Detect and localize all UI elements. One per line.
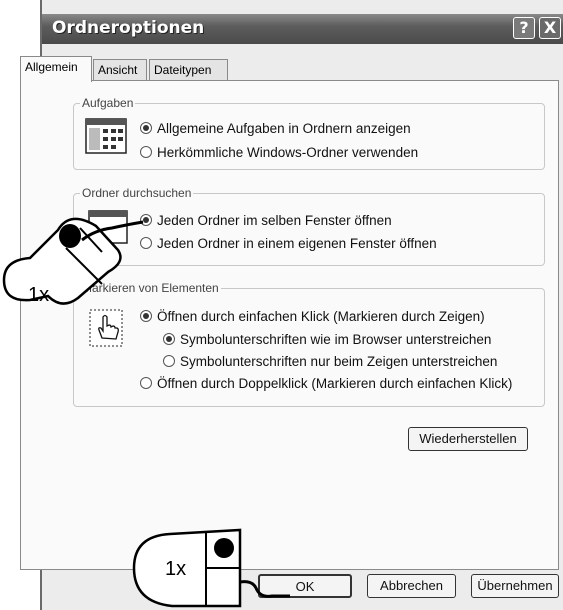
option-label: Symbolunterschriften nur beim Zeigen unt…	[180, 354, 498, 369]
tab-ansicht[interactable]: Ansicht	[93, 59, 147, 81]
close-button[interactable]: X	[539, 17, 561, 39]
option-label: Allgemeine Aufgaben in Ordnern anzeigen	[157, 121, 411, 136]
mouse-click-callout-top	[2, 217, 144, 305]
radio-same-window[interactable]: Jeden Ordner im selben Fenster öffnen	[140, 213, 392, 229]
click-count-label: 1x	[28, 284, 50, 306]
tab-allgemein[interactable]: Allgemein	[20, 56, 92, 82]
radio-indicator[interactable]	[140, 310, 152, 322]
radio-indicator[interactable]	[163, 355, 175, 367]
option-label: Symbolunterschriften wie im Browser unte…	[180, 332, 492, 347]
option-label: Öffnen durch Doppelklick (Markieren durc…	[157, 376, 513, 391]
help-button[interactable]: ?	[513, 17, 535, 39]
hand-pointer-icon	[89, 309, 123, 347]
radio-single-click[interactable]: Öffnen durch einfachen Klick (Markieren …	[140, 309, 485, 325]
tasks-window-icon	[85, 118, 127, 154]
radio-show-common-tasks[interactable]: Allgemeine Aufgaben in Ordnern anzeigen	[140, 121, 411, 137]
title-bar[interactable]: Ordneroptionen ? X	[42, 14, 563, 44]
radio-double-click[interactable]: Öffnen durch Doppelklick (Markieren durc…	[140, 376, 512, 392]
radio-underline-browser[interactable]: Symbolunterschriften wie im Browser unte…	[163, 332, 491, 348]
tab-dateitypen[interactable]: Dateitypen	[149, 59, 228, 81]
mouse-cable	[239, 580, 290, 598]
mouse-click-callout-bottom	[132, 528, 290, 608]
restore-defaults-button[interactable]: Wiederherstellen	[408, 427, 528, 451]
option-label: Jeden Ordner in einem eigenen Fenster öf…	[157, 236, 437, 251]
radio-indicator[interactable]	[140, 146, 152, 158]
click-count-label: 1x	[165, 558, 187, 580]
radio-own-window[interactable]: Jeden Ordner in einem eigenen Fenster öf…	[140, 236, 437, 252]
cancel-button[interactable]: Abbrechen	[367, 574, 456, 598]
option-label: Herkömmliche Windows-Ordner verwenden	[157, 145, 419, 160]
option-label: Jeden Ordner im selben Fenster öffnen	[157, 213, 392, 228]
left-button-pressed	[59, 224, 81, 248]
radio-underline-hover[interactable]: Symbolunterschriften nur beim Zeigen unt…	[163, 354, 497, 370]
left-button-pressed	[214, 538, 234, 558]
radio-indicator[interactable]	[140, 377, 152, 389]
apply-button[interactable]: Übernehmen	[471, 574, 559, 598]
window-title: Ordneroptionen	[52, 18, 205, 38]
option-label: Öffnen durch einfachen Klick (Markieren …	[157, 309, 485, 324]
radio-classic-folders[interactable]: Herkömmliche Windows-Ordner verwenden	[140, 145, 418, 161]
radio-indicator[interactable]	[163, 333, 175, 345]
group-title-aufgaben: Aufgaben	[82, 96, 134, 110]
radio-indicator[interactable]	[140, 122, 152, 134]
group-title-browse: Ordner durchsuchen	[82, 186, 192, 200]
